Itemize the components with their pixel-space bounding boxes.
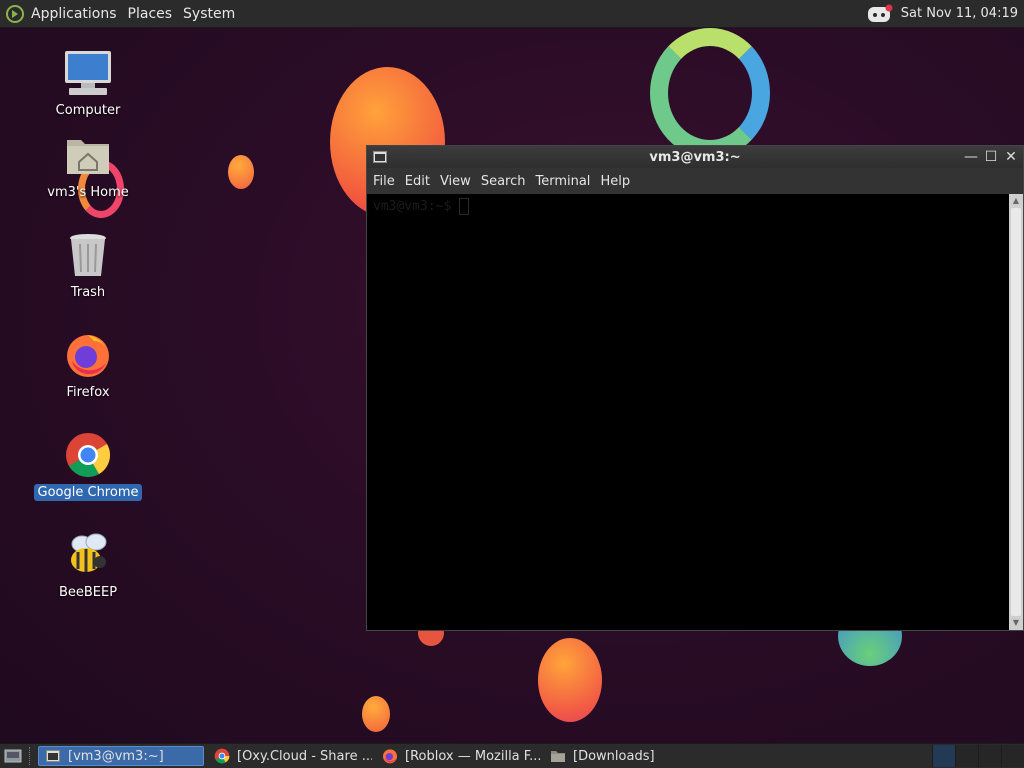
- menu-help[interactable]: Help: [600, 174, 630, 189]
- scrollbar-thumb[interactable]: [1011, 208, 1021, 616]
- taskbar-task-downloads[interactable]: [Downloads]: [544, 746, 704, 766]
- menu-view[interactable]: View: [440, 174, 471, 189]
- wallpaper-ring: [650, 28, 770, 158]
- desktop-icon-label: BeeBEEP: [58, 585, 118, 600]
- taskbar-task-firefox[interactable]: [Roblox — Mozilla F...: [376, 746, 540, 766]
- firefox-icon: [63, 330, 113, 380]
- menu-system[interactable]: System: [183, 6, 235, 22]
- desktop-icon-home[interactable]: vm3's Home: [33, 130, 143, 201]
- workspace-1[interactable]: [932, 745, 955, 767]
- terminal-scrollbar[interactable]: ▲ ▼: [1009, 194, 1023, 630]
- menu-file[interactable]: File: [373, 174, 395, 189]
- taskbar-task-chrome[interactable]: [Oxy.Cloud - Share ...: [208, 746, 372, 766]
- terminal-icon[interactable]: [373, 151, 387, 163]
- top-panel: Applications Places System Sat Nov 11, 0…: [0, 0, 1024, 28]
- taskbar: [vm3@vm3:~] [Oxy.Cloud - Share ... [Robl…: [0, 743, 1024, 768]
- trash-icon: [63, 230, 113, 280]
- desktop-icon-chrome[interactable]: Google Chrome: [33, 430, 143, 501]
- desktop-icon-label: vm3's Home: [47, 185, 129, 200]
- firefox-icon: [382, 748, 398, 764]
- desktop-icon-label: Trash: [70, 285, 106, 300]
- menu-terminal[interactable]: Terminal: [535, 174, 590, 189]
- taskbar-separator: [29, 747, 33, 765]
- maximize-button[interactable]: ☐: [983, 149, 999, 165]
- desktop-icon-label: Firefox: [66, 385, 110, 400]
- workspace-switcher[interactable]: [932, 745, 1024, 767]
- desktop-icon-label: Computer: [55, 103, 121, 118]
- scroll-up-icon[interactable]: ▲: [1009, 194, 1023, 208]
- beebeep-icon: [63, 530, 113, 580]
- computer-icon: [63, 48, 113, 98]
- workspace-3[interactable]: [978, 745, 1001, 767]
- wallpaper-blob: [362, 696, 390, 732]
- desktop-icon-trash[interactable]: Trash: [33, 230, 143, 301]
- terminal-cursor: [459, 198, 470, 215]
- terminal-icon: [45, 748, 61, 764]
- terminal-output[interactable]: vm3@vm3:~$: [367, 194, 1009, 630]
- chrome-icon: [214, 748, 230, 764]
- desktop-icon-firefox[interactable]: Firefox: [33, 330, 143, 401]
- workspace-4[interactable]: [1001, 745, 1024, 767]
- desktop-icon-label: Google Chrome: [33, 484, 143, 501]
- terminal-menubar: File Edit View Search Terminal Help: [367, 168, 1023, 194]
- scroll-down-icon[interactable]: ▼: [1009, 616, 1023, 630]
- taskbar-task-terminal[interactable]: [vm3@vm3:~]: [38, 746, 204, 766]
- clock[interactable]: Sat Nov 11, 04:19: [901, 6, 1018, 21]
- discord-icon[interactable]: [867, 4, 893, 24]
- terminal-window[interactable]: vm3@vm3:~ — ☐ ✕ File Edit View Search Te…: [366, 145, 1024, 631]
- menu-applications[interactable]: Applications: [31, 6, 117, 22]
- task-label: [vm3@vm3:~]: [68, 748, 164, 764]
- menu-edit[interactable]: Edit: [405, 174, 430, 189]
- wallpaper-blob: [538, 638, 602, 722]
- show-desktop-button[interactable]: [2, 746, 24, 766]
- window-title: vm3@vm3:~: [649, 149, 741, 165]
- terminal-titlebar[interactable]: vm3@vm3:~ — ☐ ✕: [367, 146, 1023, 168]
- workspace-2[interactable]: [955, 745, 978, 767]
- show-desktop-icon: [4, 749, 22, 763]
- task-label: [Roblox — Mozilla F...: [405, 748, 540, 764]
- desktop-icon-beebeep[interactable]: BeeBEEP: [33, 530, 143, 601]
- wallpaper-blob: [228, 155, 254, 189]
- home-folder-icon: [63, 130, 113, 180]
- menu-search[interactable]: Search: [481, 174, 526, 189]
- task-label: [Oxy.Cloud - Share ...: [237, 748, 372, 764]
- menu-places[interactable]: Places: [128, 6, 173, 22]
- mint-menu-icon[interactable]: [5, 4, 25, 24]
- task-label: [Downloads]: [573, 748, 655, 764]
- folder-icon: [550, 748, 566, 764]
- desktop-icon-computer[interactable]: Computer: [33, 48, 143, 119]
- close-button[interactable]: ✕: [1003, 149, 1019, 165]
- panel-tray: Sat Nov 11, 04:19: [867, 4, 1018, 24]
- terminal-prompt: vm3@vm3:~$: [373, 199, 452, 214]
- chrome-icon: [63, 430, 113, 480]
- minimize-button[interactable]: —: [963, 149, 979, 165]
